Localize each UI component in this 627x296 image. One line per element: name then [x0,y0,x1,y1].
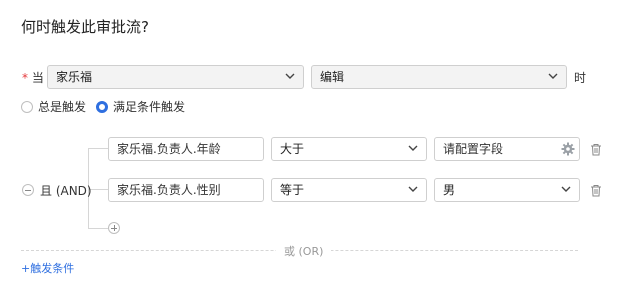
condition-value-2-value: 男 [443,183,456,197]
condition-operator-2[interactable]: 等于 [271,178,427,202]
entity-select-value: 家乐福 [56,70,93,84]
condition-field-2[interactable]: 家乐福.负责人.性别 [108,178,264,202]
group-logic-label: 且 (AND) [40,184,92,198]
or-label: 或 (OR) [276,243,332,259]
condition-value-1[interactable]: 请配置字段 [434,137,580,161]
tree-branch-line [88,148,108,149]
gear-icon[interactable] [561,142,575,156]
action-select[interactable]: 编辑 [311,65,567,89]
radio-circle-icon [21,100,33,113]
chevron-down-icon [285,66,297,88]
add-condition-icon[interactable] [108,222,120,234]
required-mark: * [22,71,28,85]
chevron-down-icon [408,138,420,160]
page-title: 何时触发此审批流? [21,18,149,36]
condition-operator-1-value: 大于 [280,142,305,156]
when-suffix: 时 [574,71,587,85]
condition-value-2[interactable]: 男 [434,178,580,202]
remove-group-icon[interactable] [22,184,34,196]
when-label-group: * 当 [22,69,44,86]
action-select-value: 编辑 [320,70,345,84]
radio-always-label: 总是触发 [38,100,87,114]
add-trigger-condition-link[interactable]: +触发条件 [21,260,74,276]
radio-conditional-label: 满足条件触发 [113,100,186,114]
chevron-down-icon [408,179,420,201]
radio-selected-icon [96,100,108,113]
delete-condition-2-icon[interactable] [590,184,602,197]
when-label: 当 [31,71,44,85]
tree-branch-line [88,228,108,229]
condition-field-2-value: 家乐福.负责人.性别 [117,183,221,197]
delete-condition-1-icon[interactable] [590,143,602,156]
condition-operator-1[interactable]: 大于 [271,137,427,161]
chevron-down-icon [561,179,573,201]
entity-select[interactable]: 家乐福 [47,65,304,89]
condition-operator-2-value: 等于 [280,183,305,197]
chevron-down-icon [548,66,560,88]
radio-conditional-trigger[interactable]: 满足条件触发 [96,98,185,115]
condition-value-1-value: 请配置字段 [443,142,504,156]
condition-field-1[interactable]: 家乐福.负责人.年龄 [108,137,264,161]
condition-field-1-value: 家乐福.负责人.年龄 [117,142,221,156]
radio-always-trigger[interactable]: 总是触发 [21,98,86,115]
